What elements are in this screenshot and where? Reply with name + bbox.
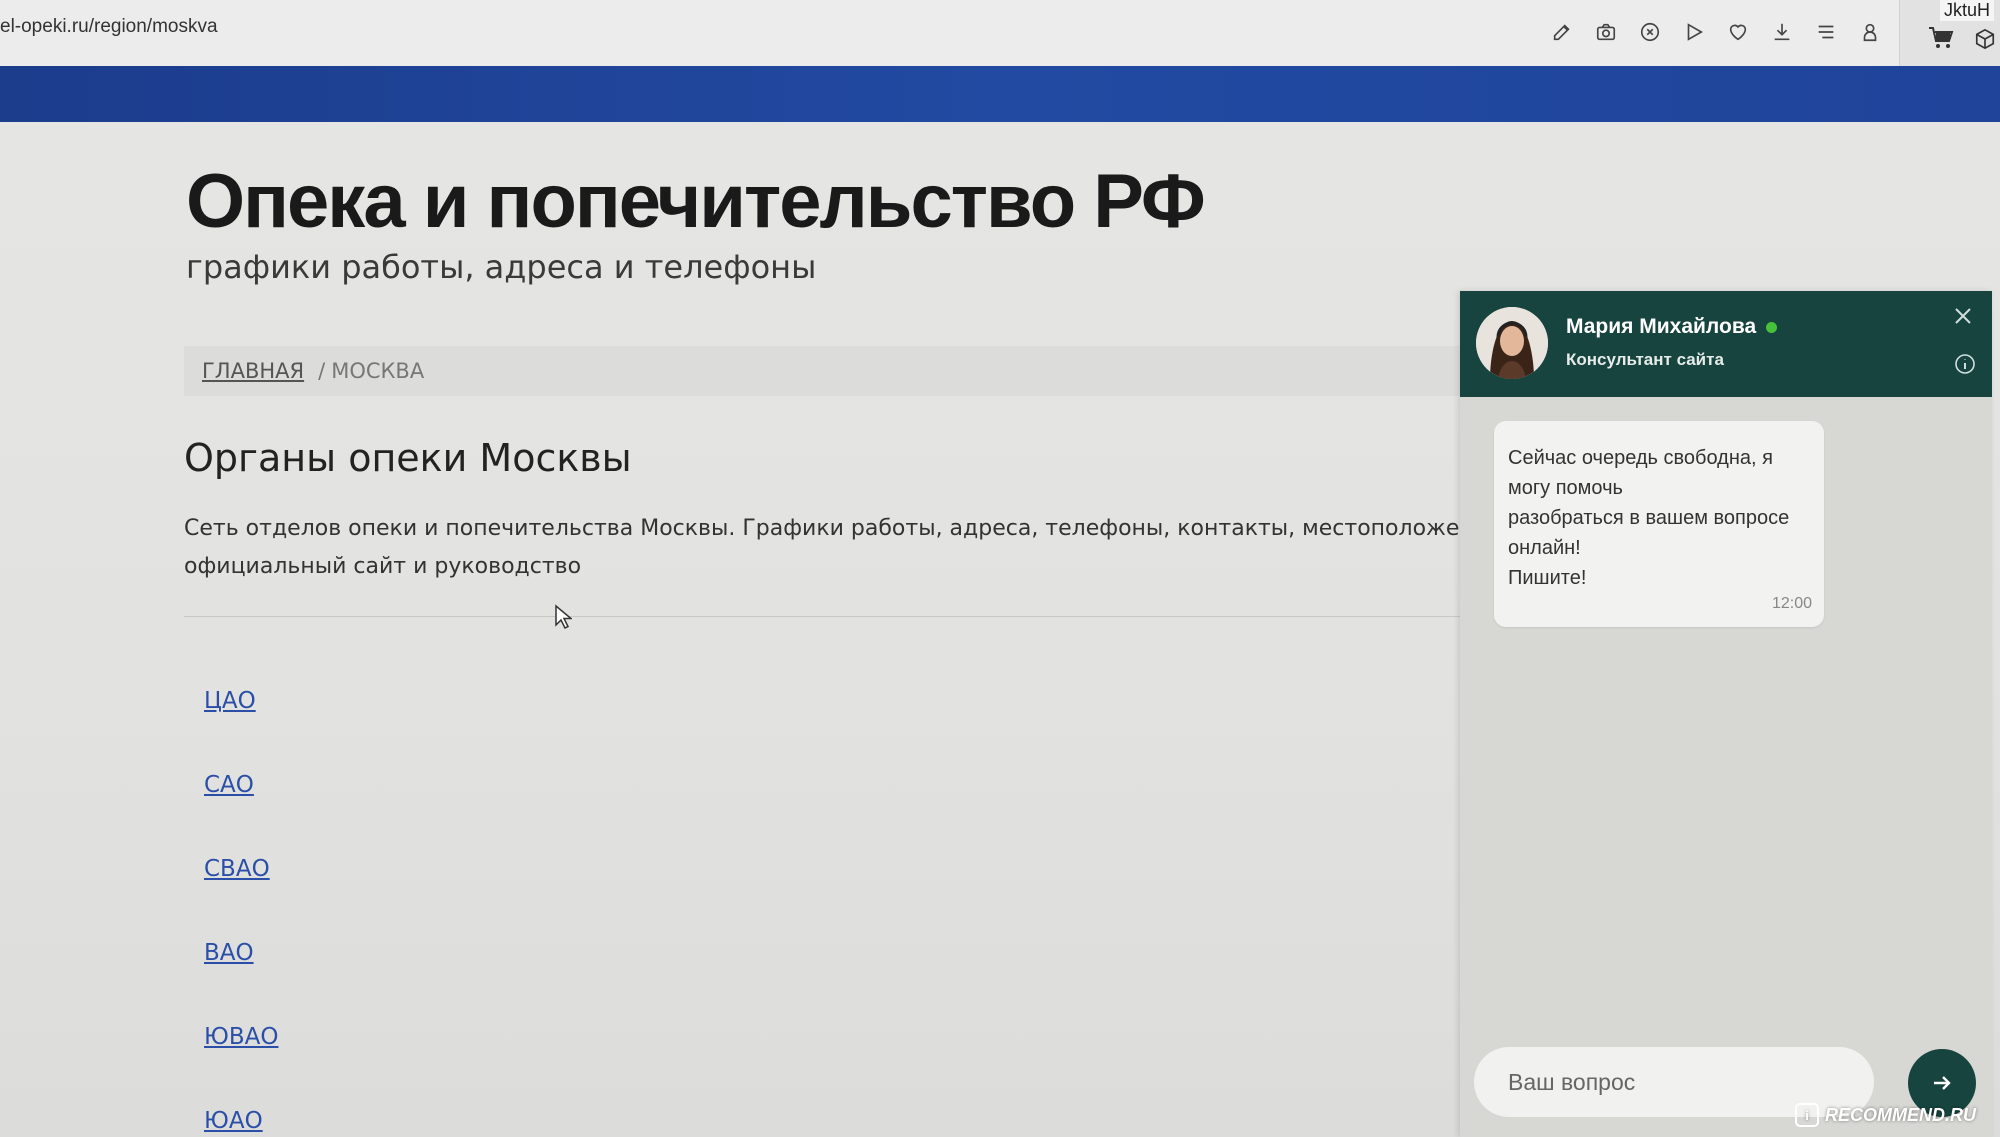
agent-name-text: Мария Михайлова bbox=[1566, 315, 1757, 338]
district-list: ЦАО САО СВАО ВАО ЮВАО ЮАО bbox=[204, 688, 278, 1137]
box-icon[interactable] bbox=[1974, 28, 1996, 54]
agent-name: Мария Михайлова bbox=[1566, 315, 1778, 339]
intro-line-2: официальный сайт и руководство bbox=[184, 554, 582, 579]
agent-role: Консультант сайта bbox=[1566, 350, 1724, 369]
chat-message: Сейчас очередь свободна, я могу помочь р… bbox=[1494, 421, 1824, 627]
screen: el-opeki.ru/region/moskva JktuH Опека и … bbox=[0, 0, 2000, 1137]
message-line-1: Сейчас очередь свободна, я могу помочь bbox=[1508, 447, 1773, 499]
site-title: Опека и попечительство РФ bbox=[186, 159, 1206, 244]
play-icon[interactable] bbox=[1682, 20, 1706, 44]
list-item: САО bbox=[204, 772, 278, 856]
url-field[interactable]: el-opeki.ru/region/moskva bbox=[0, 16, 218, 38]
extension-label: JktuH bbox=[1939, 0, 1994, 21]
mouse-cursor-icon bbox=[554, 604, 574, 634]
content-divider bbox=[184, 616, 1460, 617]
agent-avatar bbox=[1476, 307, 1548, 379]
message-line-3: Пишите! bbox=[1508, 567, 1587, 589]
download-icon[interactable] bbox=[1770, 20, 1794, 44]
online-status-icon bbox=[1766, 321, 1778, 333]
list-item: ВАО bbox=[204, 940, 278, 1024]
extension-zone: JktuH bbox=[1899, 0, 2000, 66]
site-header-band bbox=[0, 66, 2000, 122]
district-link[interactable]: ЮВАО bbox=[204, 1024, 278, 1050]
district-link[interactable]: СВАО bbox=[204, 856, 270, 882]
info-icon[interactable] bbox=[1954, 353, 1976, 375]
breadcrumb-home-link[interactable]: ГЛАВНАЯ bbox=[202, 359, 304, 383]
site-subtitle: графики работы, адреса и телефоны bbox=[186, 248, 817, 286]
browser-toolbar bbox=[1550, 20, 1882, 44]
menu-icon[interactable] bbox=[1814, 20, 1838, 44]
district-link[interactable]: САО bbox=[204, 772, 254, 798]
watermark-logo-icon: i bbox=[1795, 1103, 1819, 1127]
message-line-2: разобраться в вашем вопросе онлайн! bbox=[1508, 507, 1790, 559]
list-item: СВАО bbox=[204, 856, 278, 940]
intro-line-1: Сеть отделов опеки и попечительства Моск… bbox=[184, 516, 1460, 541]
arrow-right-icon bbox=[1934, 1076, 1951, 1090]
browser-address-bar: el-opeki.ru/region/moskva JktuH bbox=[0, 0, 2000, 67]
breadcrumb: ГЛАВНАЯ / МОСКВА bbox=[184, 346, 1460, 396]
list-item: ЮАО bbox=[204, 1108, 278, 1137]
watermark-text: RECOMMEND.RU bbox=[1825, 1104, 1976, 1125]
watermark: i RECOMMEND.RU bbox=[1795, 1103, 1976, 1127]
heart-icon[interactable] bbox=[1726, 20, 1750, 44]
close-icon[interactable] bbox=[1952, 305, 1974, 327]
breadcrumb-separator: / bbox=[318, 359, 326, 383]
camera-icon[interactable] bbox=[1594, 20, 1618, 44]
district-link[interactable]: ВАО bbox=[204, 940, 254, 966]
section-title: Органы опеки Москвы bbox=[184, 436, 632, 480]
block-icon[interactable] bbox=[1638, 20, 1662, 44]
edit-icon[interactable] bbox=[1550, 20, 1574, 44]
district-link[interactable]: ЮАО bbox=[204, 1108, 263, 1134]
district-link[interactable]: ЦАО bbox=[204, 688, 256, 714]
message-time: 12:00 bbox=[1771, 595, 1812, 612]
breadcrumb-current: МОСКВА bbox=[331, 359, 425, 383]
chat-widget: Мария Михайлова Консультант сайта Сейчас… bbox=[1460, 291, 1992, 1137]
list-item: ЦАО bbox=[204, 688, 278, 772]
profile-icon[interactable] bbox=[1858, 20, 1882, 44]
chat-header: Мария Михайлова Консультант сайта bbox=[1460, 291, 1992, 397]
intro-text: Сеть отделов опеки и попечительства Моск… bbox=[184, 510, 1460, 586]
cart-icon[interactable] bbox=[1928, 26, 1954, 54]
list-item: ЮВАО bbox=[204, 1024, 278, 1108]
